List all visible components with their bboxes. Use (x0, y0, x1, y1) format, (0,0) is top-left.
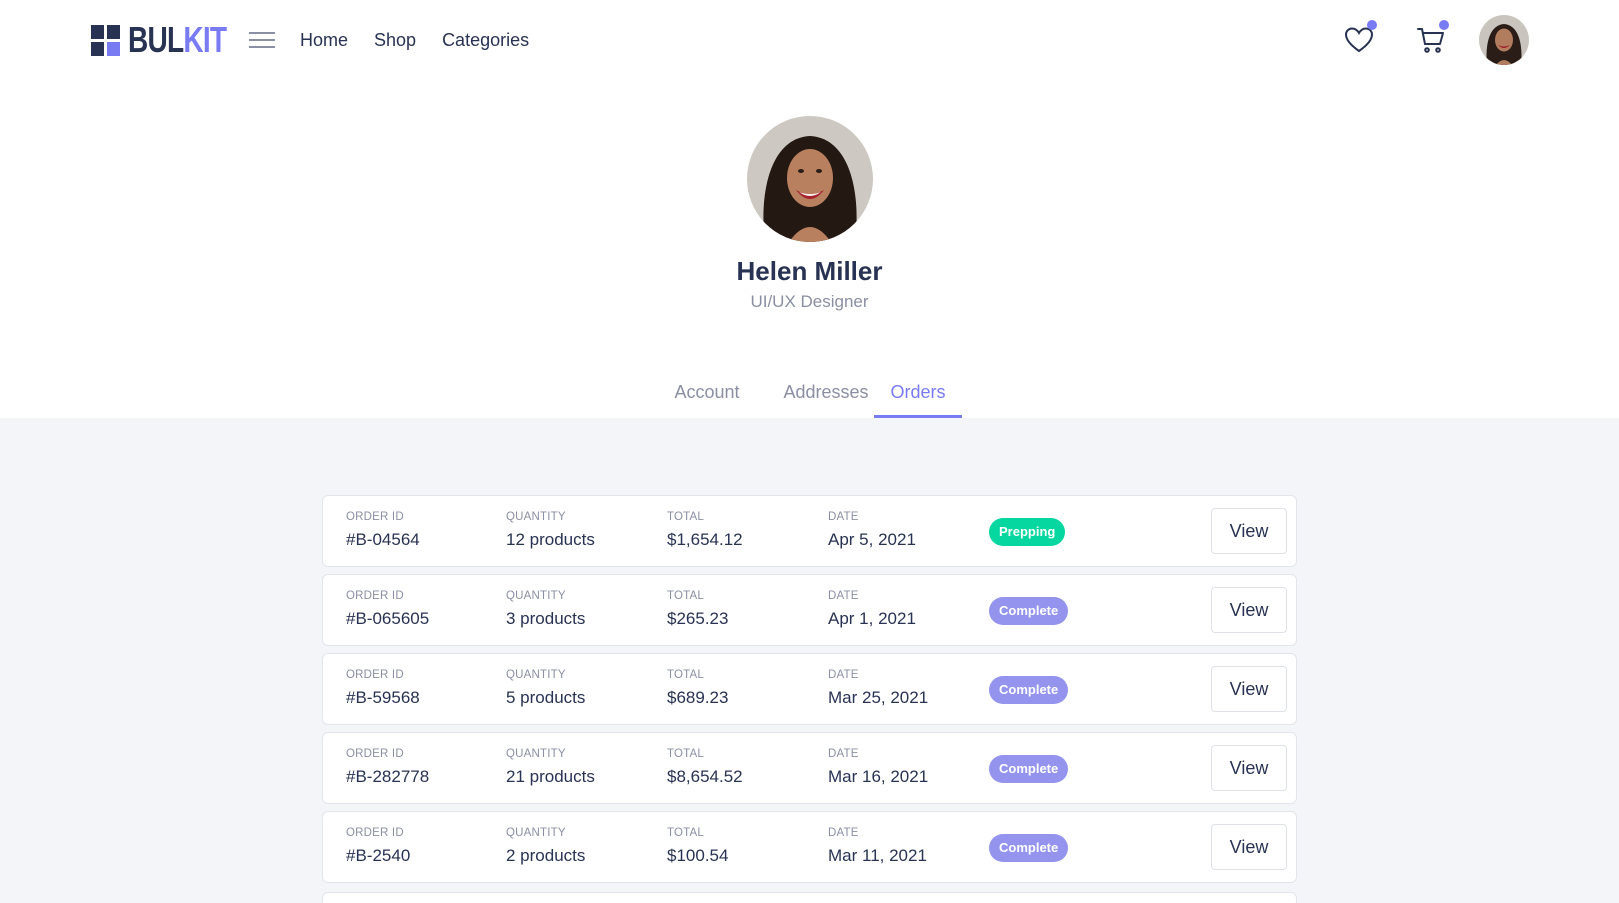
brand-logo[interactable]: BULKIT (91, 22, 254, 58)
order-id-label: Order ID (346, 748, 404, 760)
order-total: $1,654.12 (667, 530, 743, 549)
view-order-button[interactable]: View (1211, 824, 1287, 870)
order-row: Order ID #B-04564 Quantity 12 products Tot… (322, 495, 1297, 567)
status-badge: Complete (989, 755, 1069, 783)
order-total: $8,654.52 (667, 767, 743, 786)
order-total: $689.23 (667, 688, 729, 707)
order-id: #B-04564 (346, 530, 420, 549)
quantity-label: Quantity (506, 827, 566, 839)
order-id: #B-2540 (346, 846, 411, 865)
order-id: #B-59568 (346, 688, 420, 707)
order-row-partial (322, 892, 1297, 903)
view-order-button[interactable]: View (1211, 666, 1287, 712)
profile-role: UI/UX Designer (750, 292, 869, 311)
order-quantity: 12 products (506, 530, 595, 549)
order-quantity: 21 products (506, 767, 595, 786)
order-row: Order ID #B-065605 Quantity 3 products Tot… (322, 574, 1297, 646)
status-badge: Complete (989, 597, 1069, 625)
order-id-label: Order ID (346, 827, 404, 839)
profile-name: Helen Miller (736, 256, 883, 286)
order-date: Apr 1, 2021 (828, 609, 916, 628)
view-order-button[interactable]: View (1211, 587, 1287, 633)
profile-avatar (747, 116, 873, 242)
quantity-label: Quantity (506, 669, 566, 681)
heart-icon[interactable] (1343, 20, 1377, 56)
order-row: Order ID #B-59568 Quantity 5 products Tota… (322, 653, 1297, 725)
navbar: BULKIT Home Shop Categories (0, 0, 1619, 80)
tab-addresses[interactable]: Addresses (768, 378, 884, 418)
nav-link-categories[interactable]: Categories (442, 28, 529, 52)
order-total: $265.23 (667, 609, 729, 628)
total-label: Total (667, 827, 704, 839)
view-order-button[interactable]: View (1211, 508, 1287, 554)
date-label: Date (828, 827, 859, 839)
nav-link-home[interactable]: Home (300, 28, 348, 52)
order-date: Mar 25, 2021 (828, 688, 929, 707)
logo-mark-icon (91, 24, 120, 56)
order-quantity: 3 products (506, 609, 586, 628)
order-date: Mar 11, 2021 (828, 846, 927, 865)
date-label: Date (828, 511, 859, 523)
total-label: Total (667, 669, 704, 681)
order-date: Mar 16, 2021 (828, 767, 929, 786)
view-order-button[interactable]: View (1211, 745, 1287, 791)
status-badge: Prepping (989, 518, 1066, 546)
total-label: Total (667, 590, 704, 602)
nav-link-shop[interactable]: Shop (374, 28, 416, 52)
order-id-label: Order ID (346, 669, 404, 681)
cart-notification-dot (1439, 20, 1449, 30)
order-id: #B-282778 (346, 767, 430, 786)
menu-icon[interactable] (249, 30, 275, 50)
profile-tabs: Account Addresses Orders (0, 378, 1619, 418)
total-label: Total (667, 511, 704, 523)
quantity-label: Quantity (506, 748, 566, 760)
quantity-label: Quantity (506, 590, 566, 602)
quantity-label: Quantity (506, 511, 566, 523)
status-badge: Complete (989, 676, 1069, 704)
order-id: #B-065605 (346, 609, 430, 628)
logo-text-part2: KIT (183, 19, 227, 60)
logo-text: BULKIT (128, 19, 227, 60)
tab-account[interactable]: Account (660, 378, 754, 418)
wishlist-notification-dot (1367, 20, 1377, 30)
tab-orders[interactable]: Orders (874, 378, 962, 418)
order-quantity: 5 products (506, 688, 586, 707)
order-id-label: Order ID (346, 590, 404, 602)
logo-text-part1: BUL (128, 19, 184, 60)
order-total: $100.54 (667, 846, 729, 865)
status-badge: Complete (989, 834, 1069, 862)
total-label: Total (667, 748, 704, 760)
cart-icon[interactable] (1415, 20, 1449, 56)
order-date: Apr 5, 2021 (828, 530, 916, 549)
user-avatar[interactable] (1479, 15, 1529, 65)
order-row: Order ID #B-2540 Quantity 2 products Total… (322, 811, 1297, 883)
date-label: Date (828, 748, 859, 760)
nav-links: Home Shop Categories (300, 28, 555, 52)
order-quantity: 2 products (506, 846, 586, 865)
date-label: Date (828, 669, 859, 681)
order-id-label: Order ID (346, 511, 404, 523)
order-row: Order ID #B-282778 Quantity 21 products To… (322, 732, 1297, 804)
date-label: Date (828, 590, 859, 602)
